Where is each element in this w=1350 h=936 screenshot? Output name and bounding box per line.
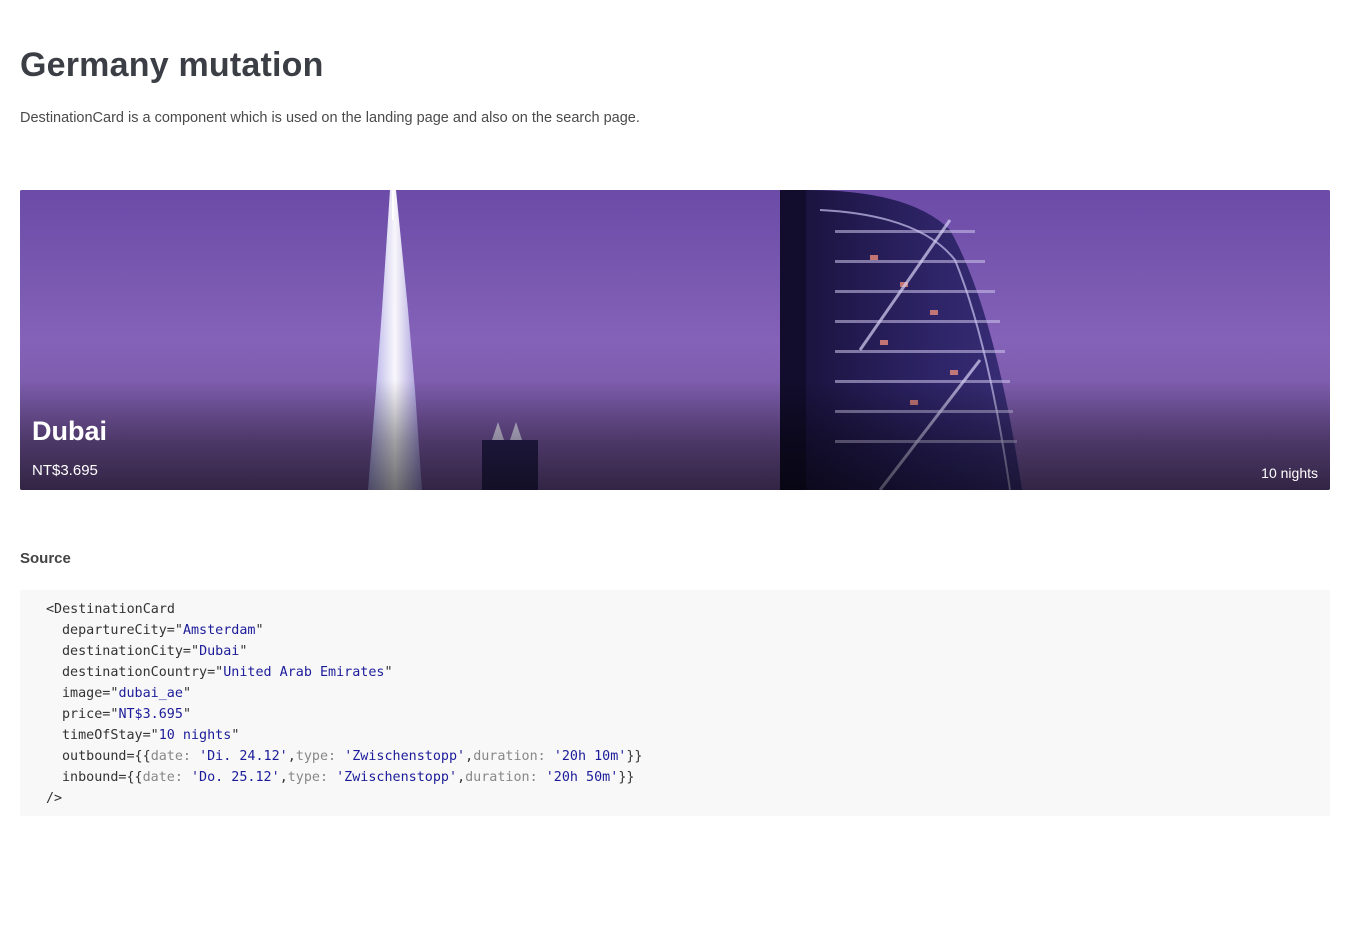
card-city: Dubai [32, 416, 108, 446]
page-description: DestinationCard is a component which is … [20, 110, 640, 126]
source-heading: Source [20, 550, 71, 567]
code-close-tag: /> [46, 791, 63, 806]
destination-card[interactable]: Dubai NT$3.695 10 nights [20, 190, 1330, 490]
code-outbound-line: outbound={{date: 'Di. 24.12',type: 'Zwis… [62, 749, 643, 764]
card-price: NT$3.695 [32, 462, 98, 479]
card-overlay [20, 380, 1330, 490]
code-inbound-line: inbound={{date: 'Do. 25.12',type: 'Zwisc… [62, 770, 635, 785]
code-prop-line: departureCity="Amsterdam" [62, 623, 264, 638]
card-time-of-stay: 10 nights [1261, 465, 1318, 481]
source-code-block: <DestinationCard departureCity="Amsterdam… [20, 590, 1330, 816]
page: Germany mutation DestinationCard is a co… [0, 0, 1350, 936]
code-prop-line: timeOfStay="10 nights" [62, 728, 240, 743]
code-prop-line: image="dubai_ae" [62, 686, 191, 701]
code-prop-line: destinationCity="Dubai" [62, 644, 248, 659]
code-open-tag: <DestinationCard [46, 602, 175, 617]
page-title: Germany mutation [20, 46, 324, 84]
code-prop-line: destinationCountry="United Arab Emirates… [62, 665, 393, 680]
code-prop-line: price="NT$3.695" [62, 707, 191, 722]
